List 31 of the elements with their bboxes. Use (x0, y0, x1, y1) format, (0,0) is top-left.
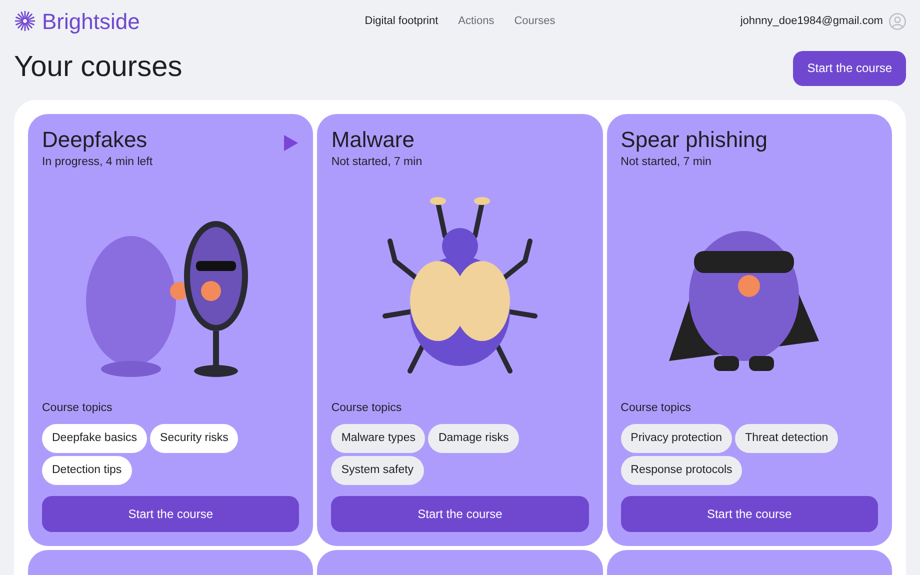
topics-label: Course topics (620, 400, 692, 416)
course-title: Malware (331, 126, 416, 154)
nav-link[interactable]: Digital footprint (364, 12, 438, 30)
page-title: Your courses (14, 50, 182, 86)
course-title: Spear phishing (620, 126, 768, 154)
course-status: Not started, 7 min (331, 155, 422, 170)
topic-chip: System safety (331, 456, 424, 485)
course-status: In progress, 4 min left (42, 155, 153, 170)
course-status: Not started, 7 min (620, 155, 712, 170)
topic-chip: Privacy protection (620, 424, 732, 453)
brand-name: Brightside (42, 8, 140, 36)
starburst-logo-icon (14, 10, 36, 32)
user-avatar-icon[interactable] (888, 12, 906, 30)
topics-label: Course topics (42, 400, 114, 416)
nav-link[interactable]: Actions (458, 12, 494, 30)
topic-chip: Malware types (331, 424, 426, 453)
topics-label: Course topics (331, 400, 403, 416)
user-email: johnny_doe1984@gmail.com (740, 14, 883, 29)
topic-chip: Detection tips (42, 456, 132, 485)
start-course-button[interactable]: Start the course (620, 496, 878, 532)
start-course-button[interactable]: Start the course (331, 496, 589, 532)
start-course-button[interactable]: Start the course (42, 496, 300, 532)
start-course-button[interactable]: Start the course (793, 50, 906, 86)
topic-chip: Deepfake basics (42, 424, 148, 453)
topic-chip: Threat detection (735, 424, 838, 453)
nav-link[interactable]: Courses (514, 12, 556, 30)
topic-chip: Response protocols (620, 456, 742, 485)
topic-chip: Security risks (150, 424, 238, 453)
play-icon[interactable] (283, 134, 300, 152)
course-title: Deepfakes (42, 126, 148, 154)
topic-chip: Damage risks (428, 424, 519, 453)
